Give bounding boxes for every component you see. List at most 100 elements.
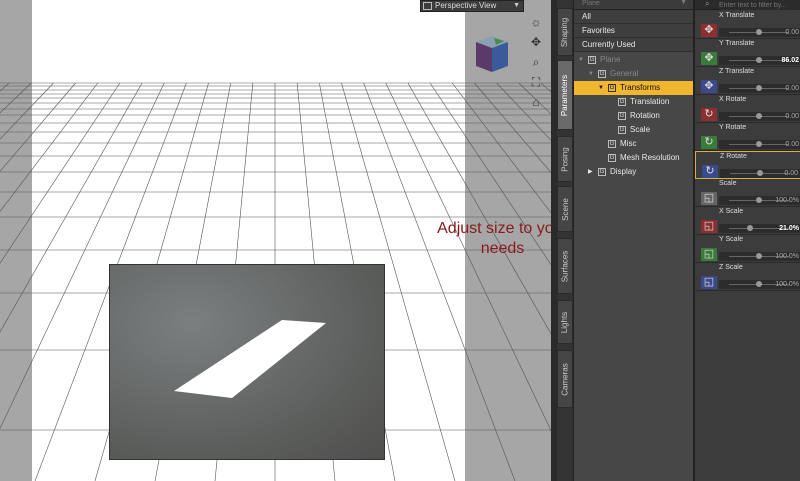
expand-open-icon[interactable]: ▼ xyxy=(598,81,604,95)
property-y-translate[interactable]: Y Translate ✥ 86.02 xyxy=(695,39,800,67)
expand-open-icon[interactable]: ▼ xyxy=(588,67,594,81)
slider-knob[interactable] xyxy=(756,29,762,35)
tree-node[interactable]: G Rotation xyxy=(574,109,693,123)
tab-label: Surfaces xyxy=(560,250,570,282)
tree-node[interactable]: ▼ G General xyxy=(574,67,693,81)
property-name: Z Translate xyxy=(719,68,755,75)
node-selector[interactable]: Plane ▼ xyxy=(574,0,693,10)
scale-icon: ◱ xyxy=(701,220,717,233)
property-value[interactable]: 0.00 xyxy=(785,140,799,149)
tree-node[interactable]: ▼ G Plane xyxy=(574,53,693,67)
tree-node[interactable]: G Mesh Resolution xyxy=(574,151,693,165)
view-label: Perspective View xyxy=(435,1,497,10)
slider-knob[interactable] xyxy=(747,225,753,231)
property-name: X Scale xyxy=(719,208,744,215)
slider-knob[interactable] xyxy=(756,113,762,119)
view-cube-icon[interactable] xyxy=(470,32,514,74)
property-z-translate[interactable]: Z Translate ✥ 0.00 xyxy=(695,67,800,95)
frame-icon[interactable]: ⛶ xyxy=(528,74,544,90)
zoom-icon[interactable]: ⌕ xyxy=(528,54,544,70)
tab-parameters[interactable]: Parameters xyxy=(557,60,573,130)
category-item[interactable]: All xyxy=(574,10,693,24)
tree-node-label: Display xyxy=(610,167,637,176)
rotate-icon: ↻ xyxy=(702,165,718,178)
slider-knob[interactable] xyxy=(756,197,762,203)
property-y-scale[interactable]: Y Scale ◱ 100.0% xyxy=(695,235,800,263)
viewport-3d[interactable]: Perspective View ▼ ☼ ✥ ⌕ ⛶ ⌂ Adjust size… xyxy=(0,0,551,481)
property-y-rotate[interactable]: Y Rotate ↻ 0.00 xyxy=(695,123,800,151)
orbit-icon[interactable]: ☼ xyxy=(528,14,544,30)
filter-bar: ⌕ xyxy=(695,0,800,10)
move-icon: ✥ xyxy=(701,80,717,93)
slider-knob[interactable] xyxy=(756,253,762,259)
property-value[interactable]: 100.0% xyxy=(775,196,799,205)
property-x-translate[interactable]: X Translate ✥ 0.00 xyxy=(695,11,800,39)
property-value[interactable]: 86.02 xyxy=(781,56,799,65)
rotate-icon: ↻ xyxy=(701,136,717,149)
chevron-down-icon: ▼ xyxy=(513,2,520,9)
tab-lights[interactable]: Lights xyxy=(557,300,573,344)
tree-node-label: Translation xyxy=(630,97,670,106)
slider-knob[interactable] xyxy=(756,281,762,287)
view-selector[interactable]: Perspective View ▼ xyxy=(420,0,524,12)
render-preview xyxy=(109,264,385,460)
annotation-text: Adjust size to your needs xyxy=(437,220,551,257)
home-icon[interactable]: ⌂ xyxy=(528,94,544,110)
camera-view-icon xyxy=(423,2,432,10)
property-name: Z Rotate xyxy=(720,153,747,160)
tree-node-label: Plane xyxy=(600,55,621,64)
category-item[interactable]: Currently Used xyxy=(574,38,693,52)
expand-open-icon[interactable]: ▼ xyxy=(578,53,584,67)
property-value[interactable]: 100.0% xyxy=(775,280,799,289)
tree-node[interactable]: ▶ G Display xyxy=(574,165,693,179)
category-item[interactable]: Favorites xyxy=(574,24,693,38)
tree-node[interactable]: G Scale xyxy=(574,123,693,137)
tab-cameras[interactable]: Cameras xyxy=(557,350,573,408)
slider-knob[interactable] xyxy=(756,57,762,63)
filter-input[interactable] xyxy=(719,0,799,10)
move-icon: ✥ xyxy=(701,24,717,37)
tab-label: Scene xyxy=(560,197,570,221)
chevron-down-icon: ▼ xyxy=(680,0,687,6)
slider-knob[interactable] xyxy=(757,170,763,176)
tree-node[interactable]: ▼ G Transforms xyxy=(574,81,693,95)
plane-preview-shape xyxy=(174,320,326,398)
slider-knob[interactable] xyxy=(756,85,762,91)
tree-node-label: General xyxy=(610,69,639,78)
tab-label: Cameras xyxy=(560,362,570,396)
camera-tools: ☼ ✥ ⌕ ⛶ ⌂ xyxy=(528,14,546,114)
property-value[interactable]: 0.00 xyxy=(785,84,799,93)
property-z-scale[interactable]: Z Scale ◱ 100.0% xyxy=(695,263,800,291)
property-name: Scale xyxy=(719,180,737,187)
tree-node-label: Misc xyxy=(620,139,637,148)
tab-scene[interactable]: Scene xyxy=(557,186,573,232)
group-icon: G xyxy=(618,98,626,106)
property-scale[interactable]: Scale ◱ 100.0% xyxy=(695,179,800,207)
property-value[interactable]: 0.00 xyxy=(785,112,799,121)
tab-label: Lights xyxy=(560,311,570,333)
rotate-icon: ↻ xyxy=(701,108,717,121)
tab-posing[interactable]: Posing xyxy=(557,136,573,182)
property-value[interactable]: 21.0% xyxy=(779,224,799,233)
group-icon: G xyxy=(588,56,596,64)
pan-icon[interactable]: ✥ xyxy=(528,34,544,50)
group-icon: G xyxy=(618,126,626,134)
tree-node-label: Rotation xyxy=(630,111,660,120)
tab-surfaces[interactable]: Surfaces xyxy=(557,238,573,294)
expand-closed-icon[interactable]: ▶ xyxy=(588,165,593,179)
search-icon: ⌕ xyxy=(705,0,710,8)
tree-node[interactable]: G Translation xyxy=(574,95,693,109)
property-value[interactable]: 100.0% xyxy=(775,252,799,261)
property-name: Y Scale xyxy=(719,236,743,243)
tree-node-label: Mesh Resolution xyxy=(620,153,680,162)
property-value[interactable]: 0.00 xyxy=(785,28,799,37)
property-x-rotate[interactable]: X Rotate ↻ 0.00 xyxy=(695,95,800,123)
tree-node[interactable]: G Misc xyxy=(574,137,693,151)
property-x-scale[interactable]: X Scale ◱ 21.0% xyxy=(695,207,800,235)
scale-icon: ◱ xyxy=(701,248,717,261)
tab-shaping[interactable]: Shaping xyxy=(557,8,573,56)
slider-knob[interactable] xyxy=(756,141,762,147)
property-value[interactable]: 0.00 xyxy=(784,169,798,178)
property-z-rotate[interactable]: Z Rotate ↻ 0.00 xyxy=(695,151,800,179)
tree-node-label: Transforms xyxy=(620,83,661,92)
